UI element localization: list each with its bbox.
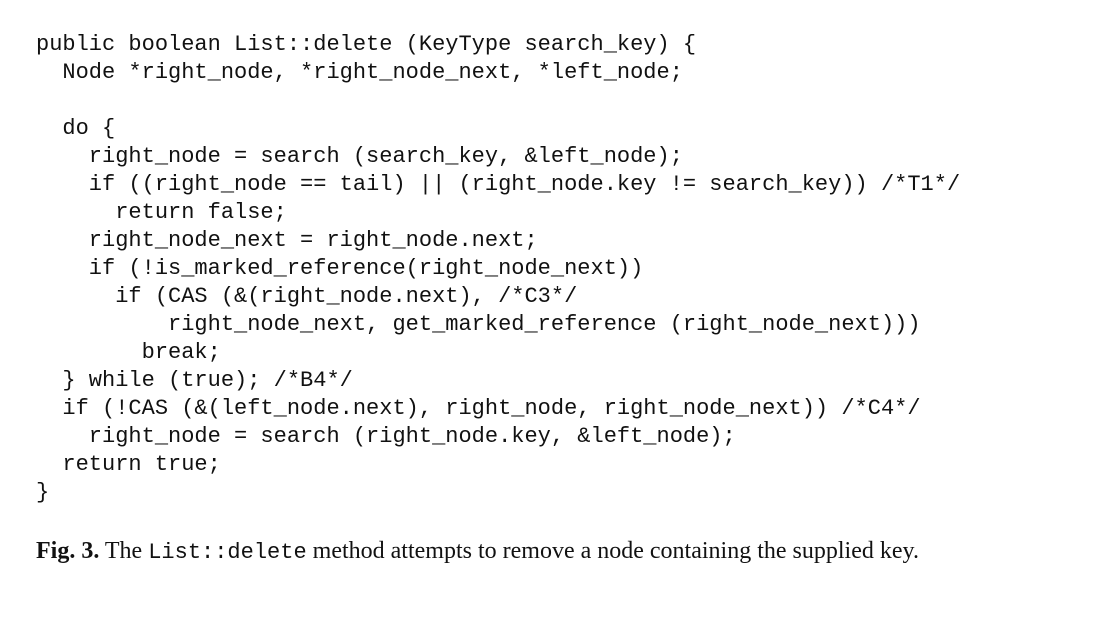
code-line: if (!CAS (&(left_node.next), right_node,…	[36, 396, 921, 421]
caption-text-after: method attempts to remove a node contain…	[306, 538, 919, 564]
code-line: }	[36, 480, 50, 505]
figure-caption: Fig. 3. The List::delete method attempts…	[36, 535, 1066, 569]
caption-text-before: The	[99, 538, 149, 564]
code-line: } while (true); /*B4*/	[36, 368, 353, 393]
code-line: if ((right_node == tail) || (right_node.…	[36, 172, 961, 197]
figure-label: Fig. 3.	[36, 538, 100, 564]
code-line: return false;	[36, 200, 287, 225]
code-line: right_node_next, get_marked_reference (r…	[36, 312, 921, 337]
code-line: public boolean List::delete (KeyType sea…	[36, 32, 697, 57]
code-line: if (!is_marked_reference(right_node_next…	[36, 256, 644, 281]
code-line: right_node = search (search_key, &left_n…	[36, 144, 683, 169]
code-line: do {	[36, 116, 116, 141]
code-line: right_node = search (right_node.key, &le…	[36, 424, 736, 449]
code-line: if (CAS (&(right_node.next), /*C3*/	[36, 284, 578, 309]
code-line: break;	[36, 340, 221, 365]
code-listing: public boolean List::delete (KeyType sea…	[36, 31, 960, 507]
code-line: Node *right_node, *right_node_next, *lef…	[36, 60, 683, 85]
caption-code-term: List::delete	[148, 540, 307, 565]
code-line: return true;	[36, 452, 221, 477]
code-line: right_node_next = right_node.next;	[36, 228, 538, 253]
